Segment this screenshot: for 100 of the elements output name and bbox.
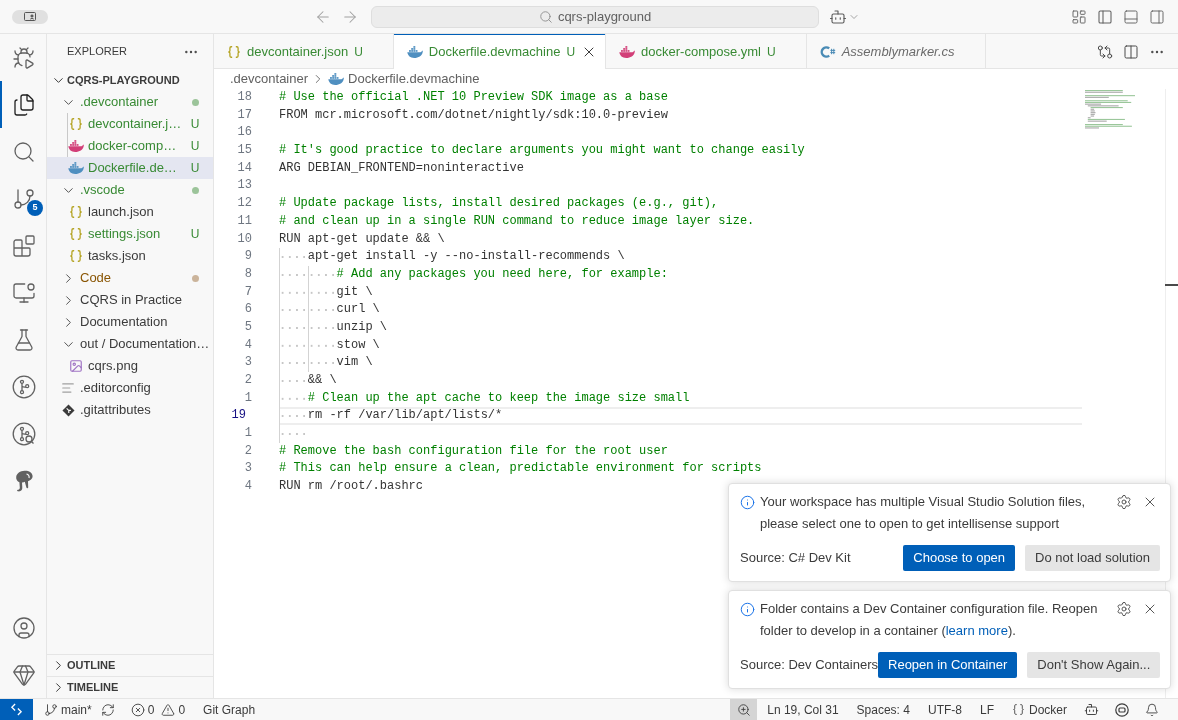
line-number: 10 (236, 230, 252, 248)
braces-icon (69, 249, 83, 263)
git-status-letter: U (190, 226, 200, 243)
line-number: 19 (230, 407, 247, 425)
panel-right-icon[interactable] (1149, 8, 1165, 25)
warning-icon[interactable] (161, 702, 176, 717)
folder-item[interactable]: .devcontainer (47, 91, 213, 113)
remote-icon (10, 703, 23, 716)
folder-item[interactable]: Code (47, 267, 213, 289)
line-number: 4 (243, 336, 252, 354)
editor-tab[interactable]: Assemblymarker.cs (806, 34, 986, 69)
line-number: 12 (236, 195, 252, 213)
folder-item[interactable]: .vscode (47, 179, 213, 201)
file-item[interactable]: Dockerfile.de… U (47, 157, 213, 179)
breadcrumb-item[interactable]: Dockerfile.devmachine (348, 69, 480, 89)
line-number: 14 (236, 159, 252, 177)
secondary-action-button[interactable]: Don't Show Again... (1027, 652, 1161, 678)
line-number: 3 (243, 354, 252, 372)
code-comment: # This can help ensure a clean, predictable environment for scripts (279, 460, 762, 478)
file-item[interactable]: .gitattributes (47, 399, 213, 421)
code-line: curl \ (279, 301, 380, 319)
branch-icon (11, 186, 36, 211)
primary-action-button[interactable]: Choose to open (903, 545, 1016, 571)
panel-left-icon[interactable] (1097, 8, 1113, 25)
file-item[interactable]: docker-comp… U (47, 135, 213, 157)
breadcrumb-item[interactable]: .devcontainer (230, 69, 309, 89)
window-user-icon (24, 12, 36, 21)
line-number: 6 (243, 301, 252, 319)
robot-face-icon (1084, 702, 1099, 717)
whale-icon (619, 45, 636, 58)
account-icon (11, 615, 36, 640)
line-number: 3 (243, 460, 252, 478)
line-number: 8 (243, 265, 252, 283)
branch-icon[interactable] (44, 702, 58, 717)
window-pill-button[interactable] (12, 9, 48, 24)
line-number: 1 (243, 425, 252, 443)
image-icon (69, 359, 83, 373)
settings-icon[interactable] (1116, 494, 1132, 510)
branch-name[interactable]: main* (61, 700, 92, 719)
language-mode-button[interactable]: Docker (1004, 699, 1075, 720)
folder-item[interactable]: out / Documentation… (47, 333, 213, 355)
cursor-position-marker (1165, 284, 1178, 286)
whale-icon (68, 140, 84, 152)
circle-branch-search-icon (11, 421, 36, 446)
code-line: RUN rm /root/.bashrc (279, 478, 424, 496)
git-status-letter: U (190, 116, 200, 133)
files-icon (11, 92, 36, 117)
code-line: stow \ (279, 336, 380, 355)
line-number: 16 (236, 124, 252, 142)
sync-icon[interactable] (100, 702, 115, 717)
file-item[interactable]: .editorconfig (47, 377, 213, 399)
zoom-button[interactable] (730, 699, 758, 720)
git-status-letter: U (354, 43, 363, 61)
editor-tab[interactable]: docker-compose.yml U (606, 34, 807, 69)
folder-item[interactable]: CQRS in Practice (47, 289, 213, 311)
status-bar-item[interactable]: UTF-8 (919, 699, 970, 720)
robot-face-icon[interactable] (829, 7, 847, 26)
lines-icon (61, 381, 75, 395)
workspace-root-header[interactable]: CQRS-PLAYGROUND (47, 69, 213, 91)
status-bar-item[interactable]: LF (971, 699, 1002, 720)
compare-changes-icon[interactable] (1097, 43, 1113, 60)
braces-icon (69, 117, 83, 131)
file-item[interactable]: cqrs.png (47, 355, 213, 377)
error-icon[interactable] (130, 702, 145, 717)
status-bar-item[interactable]: Ln 19, Col 31 (759, 699, 847, 720)
editor-tab[interactable]: devcontainer.json U (214, 34, 394, 69)
command-center-search-field[interactable]: cqrs-playground (371, 5, 819, 28)
error-count[interactable]: 0 (147, 700, 155, 719)
file-item[interactable]: launch.json (47, 201, 213, 223)
split-editor-icon[interactable] (1123, 43, 1139, 60)
section-header[interactable]: OUTLINE (47, 654, 213, 676)
code-line: && \ (279, 372, 337, 390)
activity-bar-button[interactable]: 5 (0, 175, 47, 222)
secondary-action-button[interactable]: Do not load solution (1025, 545, 1160, 571)
layout-icon[interactable] (1071, 8, 1087, 25)
code-line: FROM mcr.microsoft.com/dotnet/nightly/sdk:10.0-preview (279, 106, 668, 124)
panel-bottom-icon[interactable] (1123, 8, 1139, 25)
status-bar-item[interactable]: Spaces: 4 (848, 699, 918, 720)
file-item[interactable]: tasks.json (47, 245, 213, 267)
remote-button[interactable] (0, 699, 33, 720)
inline-link[interactable]: learn more (945, 623, 1008, 638)
c-sharp-icon (819, 44, 836, 59)
notification-source: Source: C# Dev Kit (740, 549, 851, 568)
editor-tab[interactable]: Dockerfile.devmachine U (393, 34, 607, 69)
file-item[interactable]: devcontainer.j… U (47, 113, 213, 135)
primary-action-button[interactable]: Reopen in Container (878, 652, 1018, 678)
settings-icon[interactable] (1116, 601, 1132, 617)
code-line: vim \ (279, 354, 373, 372)
notification-message: Your workspace has multiple Visual Studio Solution files, please select one to open to get intellisense support (760, 493, 1087, 533)
info-icon (740, 495, 755, 510)
file-item[interactable]: settings.json U (47, 223, 213, 245)
line-number: 7 (243, 283, 252, 301)
line-number: 9 (243, 248, 252, 266)
zoom-icon (736, 702, 751, 717)
warning-count[interactable]: 0 (178, 700, 186, 719)
folder-item[interactable]: Documentation (47, 311, 213, 333)
git-status-letter: U (566, 43, 576, 61)
status-bar-item[interactable]: Git Graph (195, 699, 264, 720)
code-comment: # Add any packages you need here, for example: (279, 265, 668, 284)
scrollbar-track[interactable] (1165, 89, 1178, 698)
